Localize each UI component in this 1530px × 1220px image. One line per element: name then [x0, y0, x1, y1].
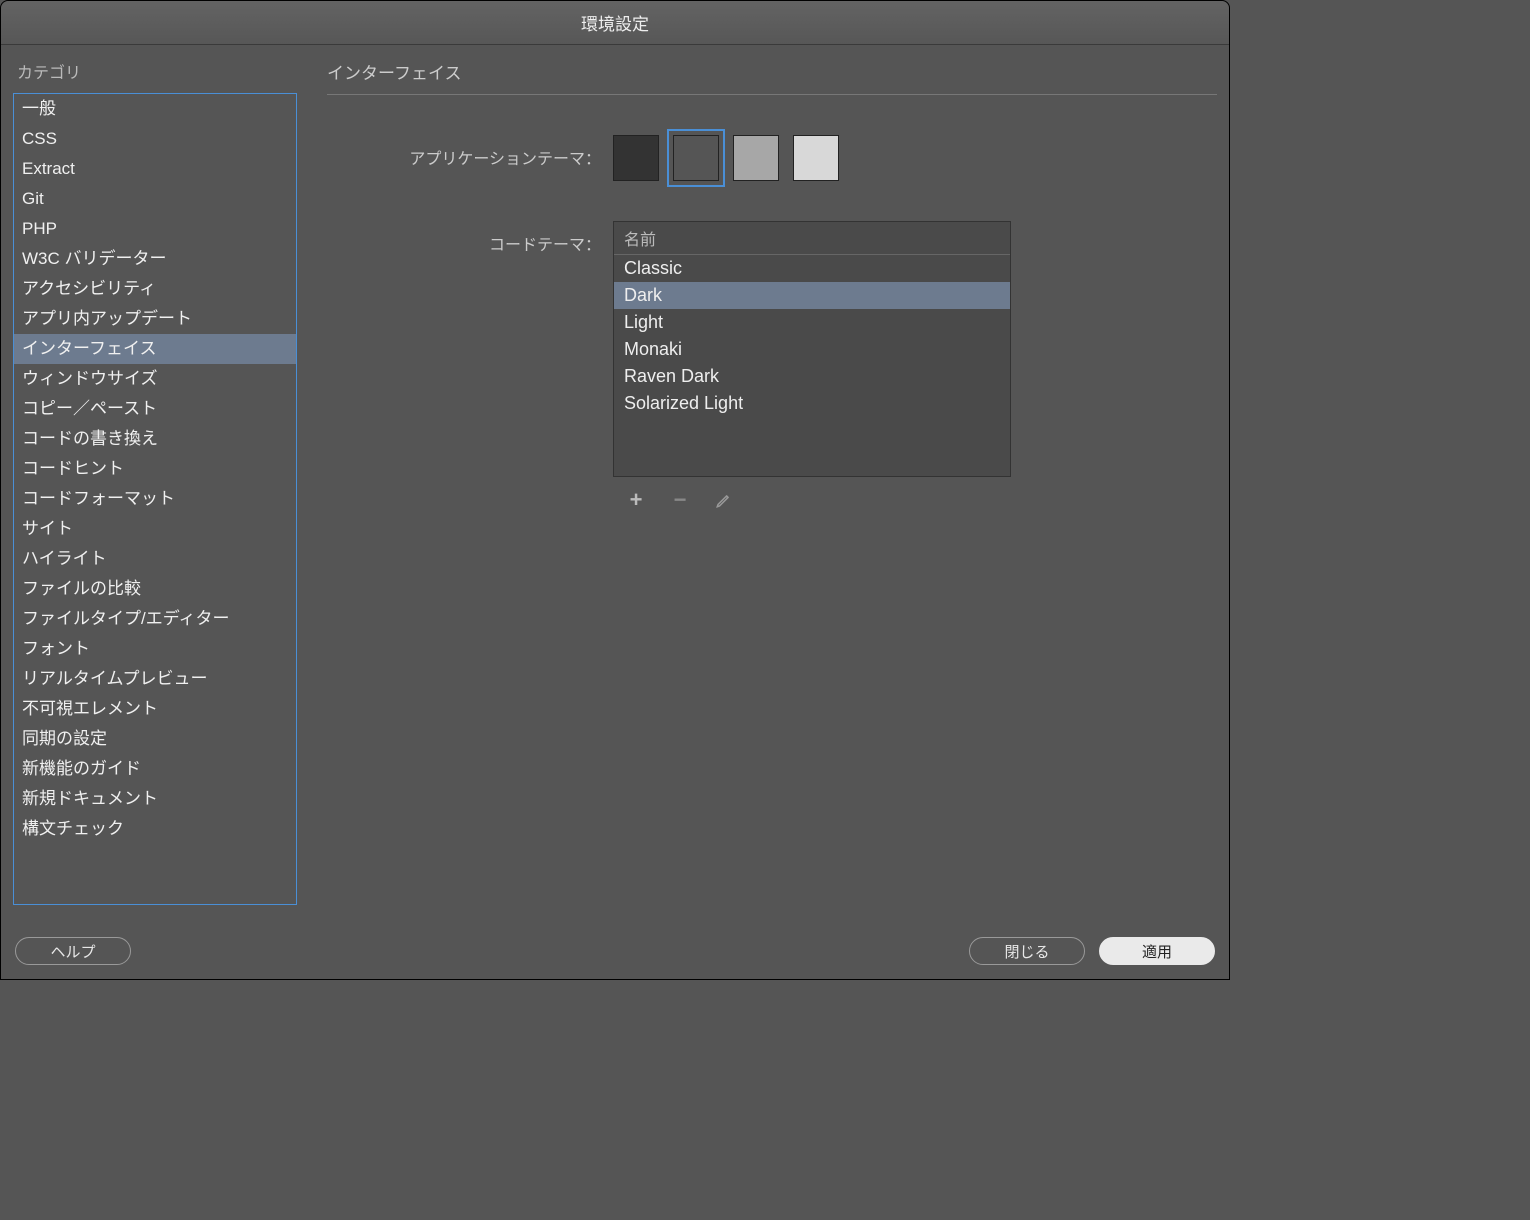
- apply-label: 適用: [1142, 941, 1172, 962]
- category-item[interactable]: 新機能のガイド: [14, 754, 296, 784]
- code-theme-label: コードテーマ：: [327, 221, 613, 255]
- theme-item[interactable]: Dark: [614, 282, 1010, 309]
- add-icon[interactable]: +: [627, 491, 645, 509]
- category-item[interactable]: 不可視エレメント: [14, 694, 296, 724]
- category-item[interactable]: アクセシビリティ: [14, 274, 296, 304]
- theme-actions: + −: [613, 477, 1011, 523]
- theme-item[interactable]: Light: [614, 309, 1010, 336]
- close-label: 閉じる: [1004, 941, 1049, 962]
- theme-swatch[interactable]: [793, 135, 839, 181]
- category-item[interactable]: PHP: [14, 214, 296, 244]
- app-theme-swatches: [613, 135, 839, 181]
- panel-title: インターフェイス: [327, 55, 1217, 94]
- theme-list-header: 名前: [614, 222, 1010, 255]
- remove-icon[interactable]: −: [671, 491, 689, 509]
- edit-icon[interactable]: [715, 491, 733, 509]
- code-theme-list[interactable]: 名前 ClassicDarkLightMonakiRaven DarkSolar…: [613, 221, 1011, 477]
- category-item[interactable]: Git: [14, 184, 296, 214]
- category-item[interactable]: Extract: [14, 154, 296, 184]
- category-item[interactable]: インターフェイス: [14, 334, 296, 364]
- category-item[interactable]: 構文チェック: [14, 814, 296, 844]
- theme-item[interactable]: Classic: [614, 255, 1010, 282]
- category-item[interactable]: ファイルタイプ/エディター: [14, 604, 296, 634]
- category-item[interactable]: コピー／ペースト: [14, 394, 296, 424]
- apply-button[interactable]: 適用: [1099, 937, 1215, 965]
- theme-item[interactable]: Monaki: [614, 336, 1010, 363]
- close-button[interactable]: 閉じる: [969, 937, 1085, 965]
- theme-item[interactable]: Solarized Light: [614, 390, 1010, 417]
- category-list[interactable]: 一般CSSExtractGitPHPW3C バリデーターアクセシビリティアプリ内…: [13, 93, 297, 905]
- category-item[interactable]: フォント: [14, 634, 296, 664]
- category-item[interactable]: W3C バリデーター: [14, 244, 296, 274]
- help-label: ヘルプ: [50, 941, 95, 962]
- divider: [327, 94, 1217, 95]
- category-item[interactable]: ファイルの比較: [14, 574, 296, 604]
- app-theme-label: アプリケーションテーマ：: [327, 135, 613, 169]
- category-item[interactable]: コードヒント: [14, 454, 296, 484]
- content-area: カテゴリ 一般CSSExtractGitPHPW3C バリデーターアクセシビリテ…: [1, 45, 1229, 925]
- window-title: 環境設定: [581, 10, 649, 35]
- category-item[interactable]: サイト: [14, 514, 296, 544]
- category-item[interactable]: ハイライト: [14, 544, 296, 574]
- theme-swatch[interactable]: [733, 135, 779, 181]
- footer: ヘルプ 閉じる 適用: [1, 925, 1229, 979]
- code-theme-row: コードテーマ： 名前 ClassicDarkLightMonakiRaven D…: [327, 221, 1217, 523]
- category-item[interactable]: ウィンドウサイズ: [14, 364, 296, 394]
- main-panel: インターフェイス アプリケーションテーマ： コードテーマ： 名前 Classic…: [327, 55, 1217, 925]
- category-item[interactable]: アプリ内アップデート: [14, 304, 296, 334]
- category-item[interactable]: 新規ドキュメント: [14, 784, 296, 814]
- app-theme-row: アプリケーションテーマ：: [327, 135, 1217, 181]
- theme-swatch[interactable]: [673, 135, 719, 181]
- category-item[interactable]: リアルタイムプレビュー: [14, 664, 296, 694]
- help-button[interactable]: ヘルプ: [15, 937, 131, 965]
- category-label: カテゴリ: [13, 55, 297, 93]
- category-item[interactable]: 同期の設定: [14, 724, 296, 754]
- category-item[interactable]: コードフォーマット: [14, 484, 296, 514]
- preferences-window: 環境設定 カテゴリ 一般CSSExtractGitPHPW3C バリデーターアク…: [0, 0, 1230, 980]
- category-item[interactable]: CSS: [14, 124, 296, 154]
- theme-item[interactable]: Raven Dark: [614, 363, 1010, 390]
- theme-swatch[interactable]: [613, 135, 659, 181]
- window-titlebar: 環境設定: [1, 1, 1229, 45]
- category-item[interactable]: コードの書き換え: [14, 424, 296, 454]
- code-theme-wrap: 名前 ClassicDarkLightMonakiRaven DarkSolar…: [613, 221, 1011, 523]
- category-item[interactable]: 一般: [14, 94, 296, 124]
- sidebar: カテゴリ 一般CSSExtractGitPHPW3C バリデーターアクセシビリテ…: [13, 55, 297, 925]
